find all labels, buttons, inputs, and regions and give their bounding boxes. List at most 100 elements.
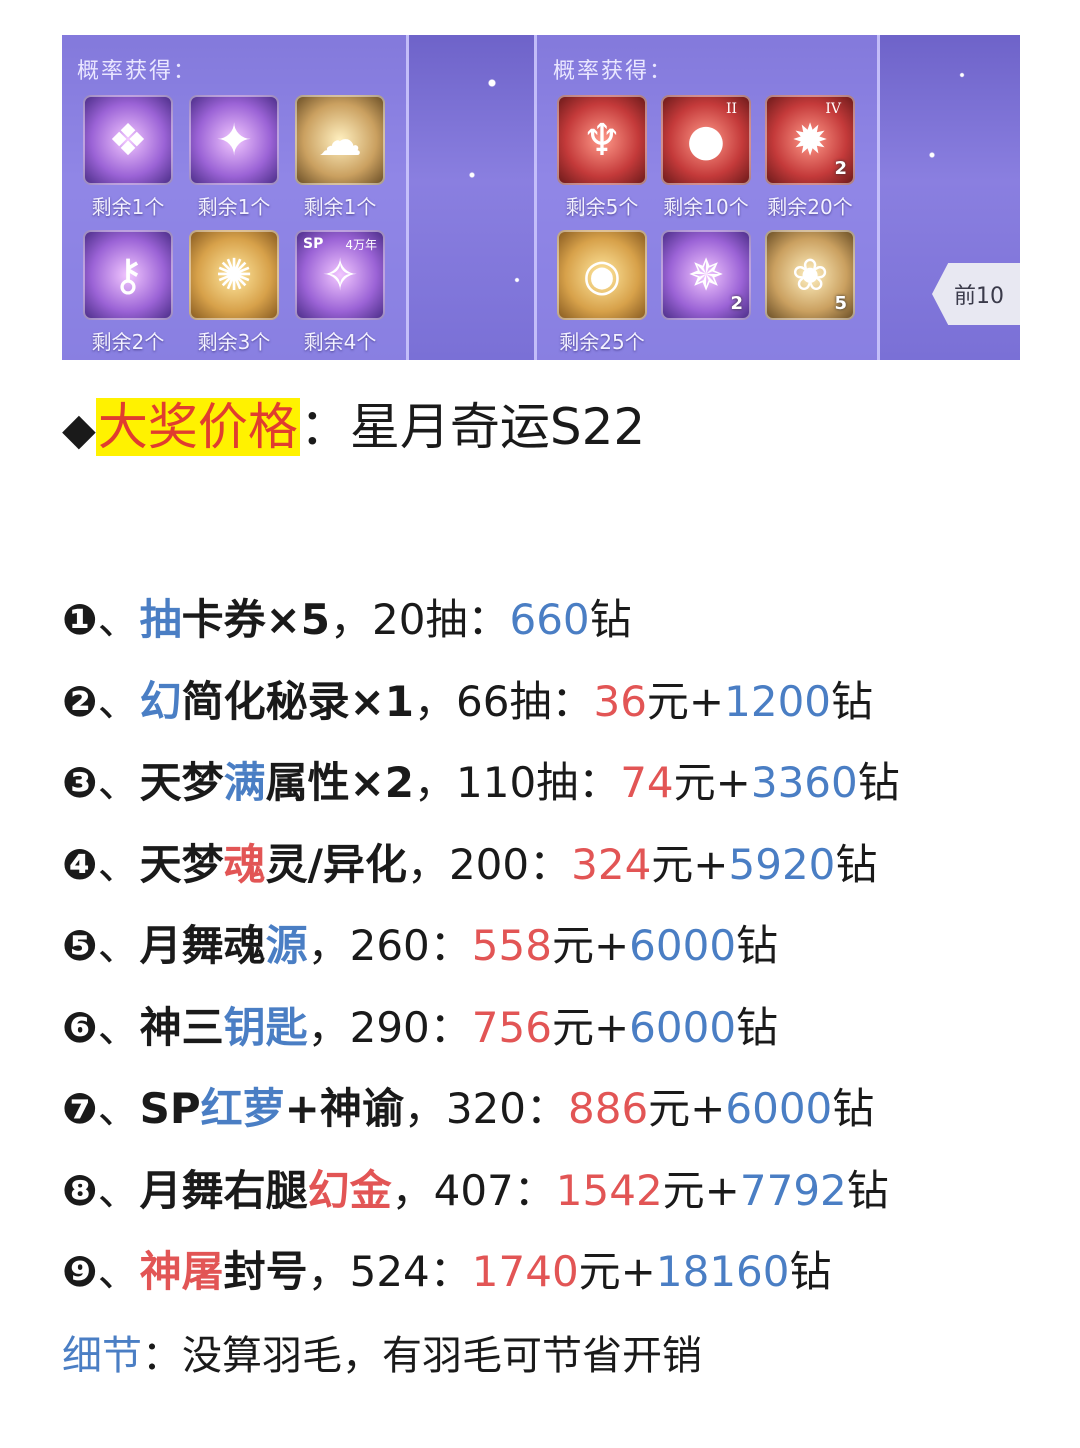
price-part: 6000 bbox=[629, 921, 737, 970]
price-part: 6000 bbox=[725, 1084, 833, 1133]
item-name-part: 满 bbox=[223, 758, 266, 807]
separator: 、 bbox=[97, 1247, 140, 1296]
reward-item[interactable]: ✵ 2 bbox=[661, 230, 751, 320]
reward-item[interactable]: ✺ 剩余3个 bbox=[189, 230, 279, 355]
red-emblem-icon: IV ✹ 2 bbox=[765, 95, 855, 185]
remaining-count: 剩余20个 bbox=[767, 195, 853, 219]
price-part: 元+ bbox=[662, 1165, 740, 1215]
heading-highlight: 大奖价格 bbox=[95, 398, 300, 456]
reward-item[interactable]: ✦ 剩余1个 bbox=[189, 95, 279, 220]
price-row: ❶、抽卡券×5，20抽：660钻 bbox=[62, 590, 900, 672]
price-part: 钻 bbox=[736, 1002, 779, 1052]
price-part: 1740 bbox=[471, 1247, 579, 1296]
price-part: 7792 bbox=[739, 1165, 847, 1215]
game-screenshot: 概率获得： ❖ 剩余1个 ✦ 剩余1个 ☁ 剩余1个 ⚷ 剩余2个 ✺ 剩余3个… bbox=[62, 35, 1020, 360]
quantity-badge: 2 bbox=[834, 158, 847, 179]
top-10-button[interactable]: 前10 bbox=[932, 263, 1020, 325]
separator: 、 bbox=[97, 1002, 140, 1052]
item-name-part: 神屠 bbox=[139, 1247, 224, 1296]
price-part: 元+ bbox=[551, 1002, 630, 1052]
price-part: 3360 bbox=[750, 758, 858, 807]
tier-label: IV bbox=[825, 101, 841, 117]
price-part: 18160 bbox=[655, 1247, 790, 1296]
item-name-part: 源 bbox=[265, 921, 308, 970]
price-part: 元+ bbox=[578, 1247, 656, 1296]
reward-item[interactable]: ◉ 剩余25个 bbox=[557, 230, 647, 355]
price-part: 钻 bbox=[831, 676, 874, 726]
draw-count: ，260： bbox=[307, 921, 472, 970]
price-part: 元+ bbox=[648, 1084, 726, 1133]
price-part: 324 bbox=[571, 839, 652, 889]
item-name-part: 神三 bbox=[139, 1002, 224, 1052]
item-name-part: 月舞魂 bbox=[139, 921, 266, 970]
price-part: 756 bbox=[471, 1002, 552, 1052]
draw-count: ，200： bbox=[406, 839, 572, 889]
lotus-crest-icon: ❀ 5 bbox=[765, 230, 855, 320]
price-part: 钻 bbox=[589, 595, 632, 644]
item-number: ❶ bbox=[62, 595, 98, 644]
reward-item[interactable]: SP 4万年 ✧ 剩余4个 bbox=[295, 230, 385, 355]
sp-label: SP bbox=[303, 236, 324, 252]
price-row: ❹、天梦魂灵/异化，200：324元+5920钻 bbox=[62, 835, 900, 917]
remaining-count: 剩余1个 bbox=[91, 195, 165, 219]
item-name-part: 卡券×5 bbox=[181, 595, 331, 644]
reward-item[interactable]: ♆ 剩余5个 bbox=[557, 95, 647, 220]
price-row: ❷、幻简化秘录×1，66抽：36元+1200钻 bbox=[62, 672, 900, 754]
draw-count: ，524： bbox=[307, 1247, 472, 1296]
price-row: ❽、月舞右腿幻金，407：1542元+7792钻 bbox=[62, 1161, 900, 1243]
red-orb-icon: II ● bbox=[661, 95, 751, 185]
reward-item[interactable]: II ● 剩余10个 bbox=[661, 95, 751, 220]
price-part: 元+ bbox=[551, 921, 630, 970]
item-number: ❸ bbox=[62, 758, 98, 807]
item-name-part: 幻金 bbox=[307, 1165, 392, 1215]
draw-count: ，320： bbox=[403, 1084, 568, 1133]
tier-label: II bbox=[725, 101, 737, 117]
remaining-count: 剩余1个 bbox=[197, 195, 271, 219]
quantity-badge: 5 bbox=[834, 293, 847, 314]
price-part: 6000 bbox=[629, 1002, 737, 1052]
page-heading: ◆大奖价格：星月奇运S22 bbox=[62, 392, 645, 465]
remaining-count: 剩余3个 bbox=[197, 330, 271, 354]
cloud-emblem-icon: ☁ bbox=[295, 95, 385, 185]
item-number: ❼ bbox=[62, 1084, 98, 1133]
detail-text: ：没算羽毛，有羽毛可节省开销 bbox=[142, 1333, 702, 1379]
price-part: 元+ bbox=[673, 758, 751, 807]
price-part: 74 bbox=[620, 758, 674, 807]
item-name-part: 月舞右腿 bbox=[139, 1165, 308, 1215]
draw-count: ，110抽： bbox=[414, 758, 621, 807]
reward-item[interactable]: ⚷ 剩余2个 bbox=[83, 230, 173, 355]
item-name-part: 魂 bbox=[223, 839, 266, 889]
reward-item[interactable]: ❖ 剩余1个 bbox=[83, 95, 173, 220]
remaining-count: 剩余1个 bbox=[303, 195, 377, 219]
price-row: ❸、天梦满属性×2，110抽：74元+3360钻 bbox=[62, 753, 900, 835]
price-part: 1200 bbox=[724, 676, 832, 726]
reward-item[interactable]: ☁ 剩余1个 bbox=[295, 95, 385, 220]
draw-count: ，290： bbox=[307, 1002, 472, 1052]
draw-count: ，407： bbox=[391, 1165, 556, 1215]
item-number: ❾ bbox=[62, 1247, 98, 1296]
price-part: 钻 bbox=[789, 1247, 832, 1296]
separator: 、 bbox=[97, 1084, 140, 1133]
diamond-bullet-icon: ◆ bbox=[62, 404, 96, 455]
key-icon: ⚷ bbox=[83, 230, 173, 320]
item-name-part: SP bbox=[139, 1084, 201, 1133]
price-part: 元+ bbox=[646, 676, 725, 726]
item-name-part: 封号 bbox=[223, 1247, 308, 1296]
price-part: 钻 bbox=[846, 1165, 889, 1215]
right-reward-panel: 概率获得： ♆ 剩余5个 II ● 剩余10个 IV ✹ 2 剩余20个 ◉ 剩余… bbox=[534, 35, 880, 360]
price-part: 钻 bbox=[832, 1084, 875, 1133]
item-name-part: 钥匙 bbox=[223, 1002, 308, 1052]
draw-count: ，20抽： bbox=[330, 595, 510, 644]
price-row: ❼、SP红萝+神谕，320：886元+6000钻 bbox=[62, 1079, 900, 1161]
reward-item[interactable]: ❀ 5 bbox=[765, 230, 855, 320]
beast-emblem-icon: ✺ bbox=[189, 230, 279, 320]
item-number: ❽ bbox=[62, 1165, 98, 1215]
separator: 、 bbox=[97, 595, 140, 644]
price-row: ❻、神三钥匙，290：756元+6000钻 bbox=[62, 998, 900, 1080]
item-number: ❹ bbox=[62, 839, 98, 889]
dragon-icon: ✦ bbox=[189, 95, 279, 185]
price-row: ❺、月舞魂源，260：558元+6000钻 bbox=[62, 916, 900, 998]
panel-title: 概率获得： bbox=[553, 59, 674, 84]
reward-item[interactable]: IV ✹ 2 剩余20个 bbox=[765, 95, 855, 220]
price-part: 1542 bbox=[555, 1165, 663, 1215]
